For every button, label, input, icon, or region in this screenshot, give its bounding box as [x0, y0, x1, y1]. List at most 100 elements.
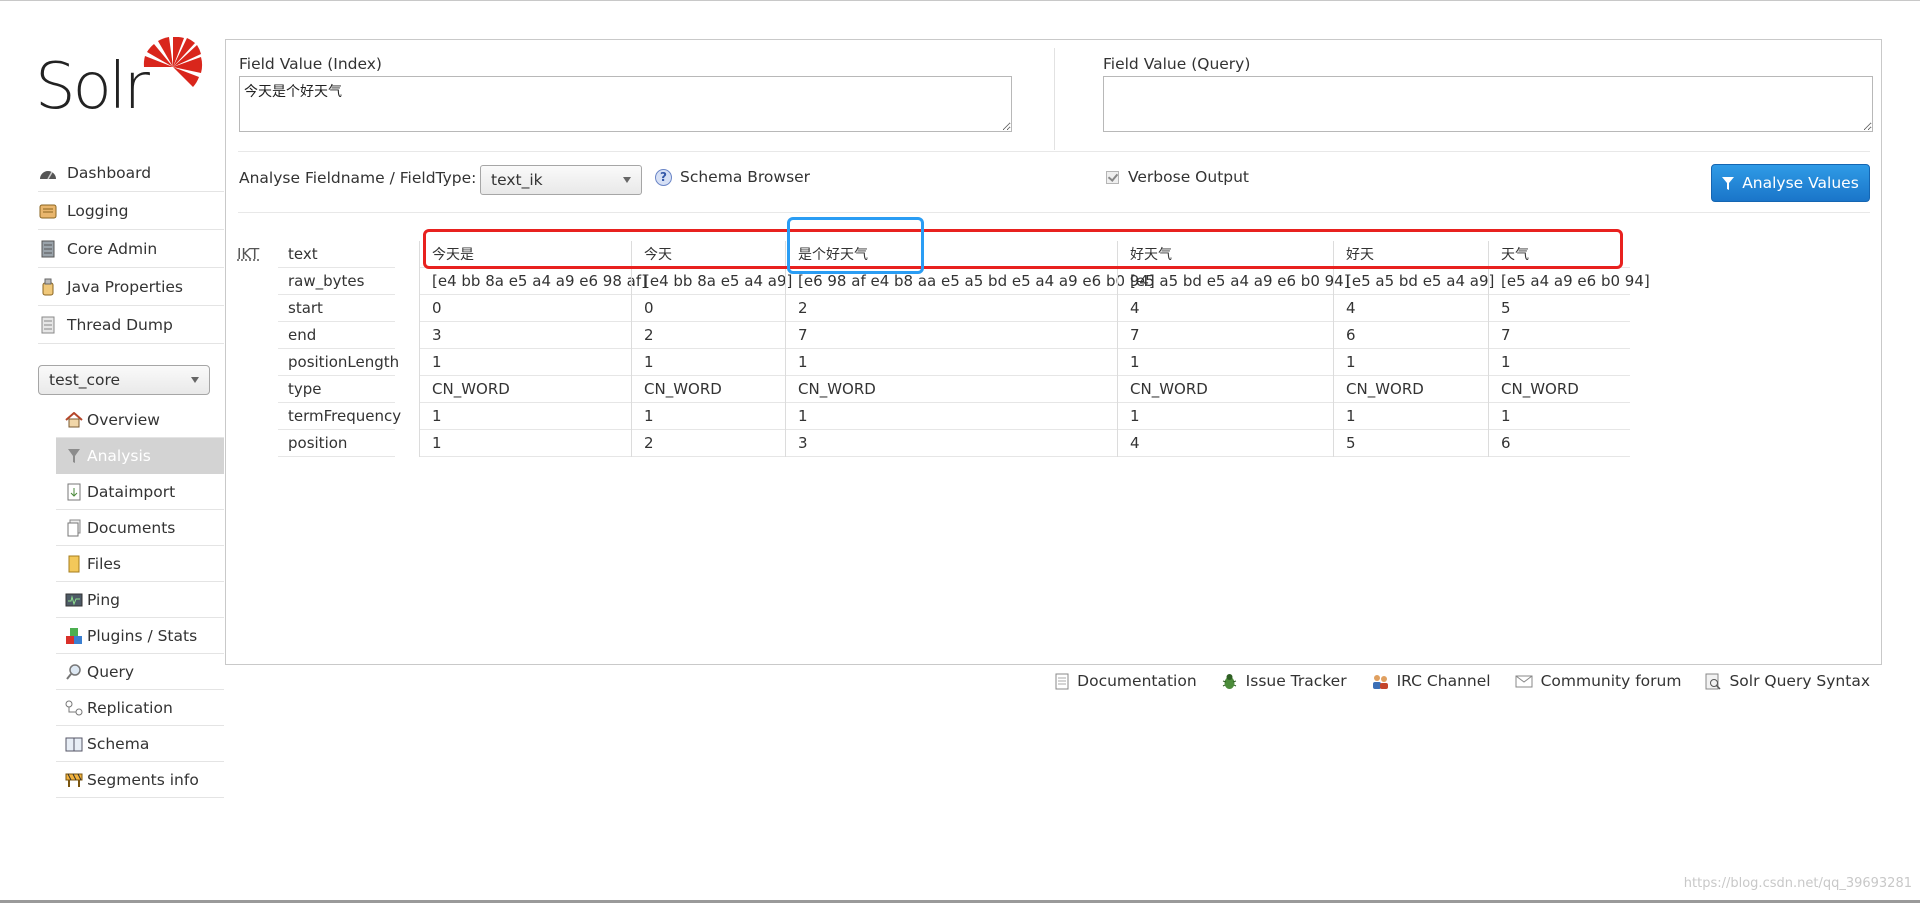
core-nav-item-replication[interactable]: Replication — [56, 690, 224, 726]
attr-key-start: start — [278, 295, 395, 322]
core-nav-item-files[interactable]: Files — [56, 546, 224, 582]
token-column: 今天是 [e4 bb 8a e5 a4 a9 e6 98 af] 0 3 1 C… — [419, 241, 647, 457]
query-syntax-icon — [1705, 673, 1721, 690]
token-column: 是个好天气 [e6 98 af e4 b8 aa e5 a5 bd e5 a4 … — [785, 241, 1155, 457]
token-column: 今天 [e4 bb 8a e5 a4 a9] 0 2 1 CN_WORD 1 2 — [631, 241, 792, 457]
footer-link-label: Solr Query Syntax — [1729, 672, 1870, 690]
token-position: 5 — [1334, 430, 1488, 457]
footer-link-irc-channel[interactable]: IRC Channel — [1371, 672, 1491, 690]
schema-browser-link[interactable]: ? Schema Browser — [655, 168, 810, 186]
core-nav-item-plugins[interactable]: Plugins / Stats — [56, 618, 224, 654]
nav-item-label: Logging — [67, 201, 129, 220]
footer-link-label: IRC Channel — [1396, 672, 1491, 690]
analyzer-abbr[interactable]: IKT — [237, 245, 259, 263]
java-properties-icon — [38, 278, 58, 296]
attr-key-position: position — [278, 430, 395, 457]
nav-item-label: Thread Dump — [67, 315, 173, 334]
bug-icon — [1221, 673, 1238, 690]
token-position: 3 — [786, 430, 1117, 457]
core-nav-item-analysis[interactable]: Analysis — [56, 438, 224, 474]
core-nav-item-query[interactable]: Query — [56, 654, 224, 690]
core-nav-label: Schema — [87, 734, 150, 753]
token-start: 4 — [1118, 295, 1333, 322]
token-end: 7 — [786, 322, 1117, 349]
chevron-down-icon — [191, 377, 199, 383]
schema-icon — [64, 735, 84, 753]
analyse-values-label: Analyse Values — [1742, 174, 1859, 192]
core-nav-item-schema[interactable]: Schema — [56, 726, 224, 762]
token-term-frequency: 1 — [786, 403, 1117, 430]
footer-link-community-forum[interactable]: Community forum — [1515, 672, 1681, 690]
logging-icon — [38, 202, 58, 220]
footer-link-documentation[interactable]: Documentation — [1055, 672, 1197, 690]
attr-key-text: text — [278, 241, 395, 268]
analyse-values-button[interactable]: Analyse Values — [1711, 164, 1870, 202]
divider — [1054, 48, 1055, 150]
segments-icon — [64, 771, 84, 789]
verbose-output-toggle[interactable]: Verbose Output — [1106, 168, 1249, 186]
divider — [238, 212, 1870, 213]
footer-link-label: Issue Tracker — [1245, 672, 1347, 690]
token-position-length: 1 — [420, 349, 631, 376]
index-field-value-input[interactable] — [239, 76, 1012, 132]
core-nav-item-overview[interactable]: Overview — [56, 402, 224, 438]
nav-item-thread-dump[interactable]: Thread Dump — [38, 306, 224, 344]
token-raw-bytes: [e4 bb 8a e5 a4 a9 e6 98 af] — [420, 268, 647, 295]
query-field-label: Field Value (Query) — [1103, 55, 1251, 73]
token-raw-bytes: [e5 a5 bd e5 a4 a9] — [1334, 268, 1494, 295]
core-nav-item-ping[interactable]: Ping — [56, 582, 224, 618]
token-position: 6 — [1489, 430, 1630, 457]
core-nav-item-dataimport[interactable]: Dataimport — [56, 474, 224, 510]
nav-item-java-properties[interactable]: Java Properties — [38, 268, 224, 306]
core-nav-item-documents[interactable]: Documents — [56, 510, 224, 546]
token-text: 好天 — [1334, 241, 1488, 268]
dashboard-icon — [38, 164, 58, 182]
footer-link-label: Documentation — [1077, 672, 1197, 690]
token-column: 好天 [e5 a5 bd e5 a4 a9] 4 6 1 CN_WORD 1 5 — [1333, 241, 1494, 457]
token-term-frequency: 1 — [420, 403, 631, 430]
documents-icon — [64, 519, 84, 537]
token-raw-bytes: [e5 a4 a9 e6 b0 94] — [1489, 268, 1650, 295]
token-position-length: 1 — [632, 349, 785, 376]
attr-key-raw-bytes: raw_bytes — [278, 268, 395, 295]
token-end: 6 — [1334, 322, 1488, 349]
core-nav-label: Segments info — [87, 770, 199, 789]
fieldtype-select[interactable]: text_ik — [480, 165, 642, 195]
verbose-output-checkbox[interactable] — [1106, 170, 1119, 184]
thread-dump-icon — [38, 316, 58, 334]
irc-icon — [1371, 673, 1389, 690]
query-field-value-input[interactable] — [1103, 76, 1873, 132]
footer-link-solr-query-syntax[interactable]: Solr Query Syntax — [1705, 672, 1870, 690]
token-column: 好天气 [e5 a5 bd e5 a4 a9 e6 b0 94] 4 7 1 C… — [1117, 241, 1350, 457]
fieldtype-label: Analyse Fieldname / FieldType: — [239, 169, 477, 187]
token-end: 2 — [632, 322, 785, 349]
divider — [238, 151, 1870, 152]
nav-item-logging[interactable]: Logging — [38, 192, 224, 230]
core-selector[interactable]: test_core — [38, 365, 210, 395]
token-column: 天气 [e5 a4 a9 e6 b0 94] 5 7 1 CN_WORD 1 6 — [1488, 241, 1650, 457]
top-border — [0, 0, 1920, 1]
core-nav-item-segments[interactable]: Segments info — [56, 762, 224, 798]
filter-icon — [1722, 176, 1735, 190]
token-raw-bytes: [e4 bb 8a e5 a4 a9] — [632, 268, 792, 295]
token-text: 好天气 — [1118, 241, 1333, 268]
attr-key-position-length: positionLength — [278, 349, 399, 376]
help-icon: ? — [655, 168, 672, 186]
nav-item-core-admin[interactable]: Core Admin — [38, 230, 224, 268]
footer-link-issue-tracker[interactable]: Issue Tracker — [1221, 672, 1347, 690]
nav-item-label: Java Properties — [67, 277, 184, 296]
schema-browser-label: Schema Browser — [680, 168, 811, 186]
token-term-frequency: 1 — [632, 403, 785, 430]
chevron-down-icon — [623, 177, 631, 183]
token-end: 7 — [1489, 322, 1630, 349]
token-position-length: 1 — [1334, 349, 1488, 376]
token-start: 2 — [786, 295, 1117, 322]
attr-key-type: type — [278, 376, 395, 403]
solr-logo[interactable]: Solr — [35, 35, 205, 125]
token-start: 4 — [1334, 295, 1488, 322]
analysis-panel: Field Value (Index) Field Value (Query) … — [225, 39, 1882, 665]
core-nav-label: Overview — [87, 410, 160, 429]
core-nav-label: Analysis — [87, 446, 151, 465]
token-term-frequency: 1 — [1334, 403, 1488, 430]
nav-item-dashboard[interactable]: Dashboard — [38, 154, 224, 192]
